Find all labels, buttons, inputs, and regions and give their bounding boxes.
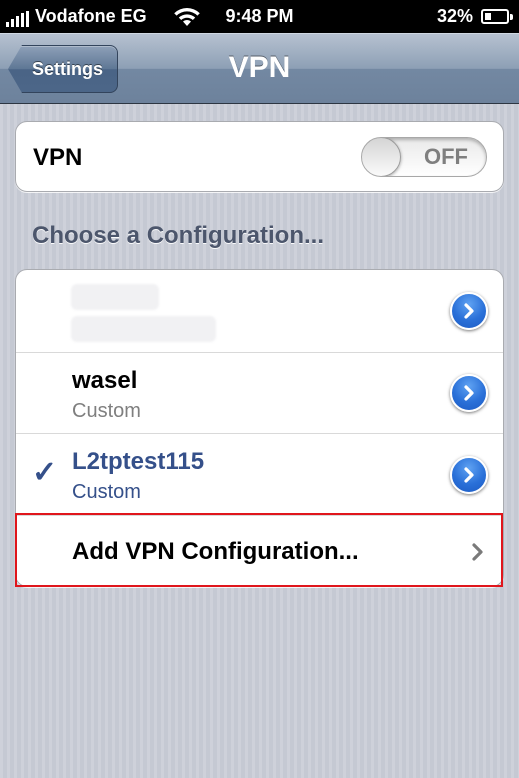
add-vpn-configuration-button[interactable]: Add VPN Configuration...: [16, 515, 503, 586]
configuration-list: wasel Custom ✓ L2tptest115 Custom Add VP…: [15, 269, 504, 587]
detail-disclosure-icon[interactable]: [450, 292, 488, 330]
status-right: 32%: [436, 5, 513, 27]
vpn-toggle-group: VPN OFF: [15, 121, 504, 192]
section-header: Choose a Configuration...: [32, 222, 324, 249]
config-type: Custom: [72, 400, 141, 422]
battery-icon: [481, 8, 513, 24]
config-title: wasel: [72, 367, 138, 394]
chevron-right-icon: [472, 543, 483, 561]
battery-fill: [485, 12, 491, 20]
list-item-redacted[interactable]: [16, 270, 503, 352]
add-vpn-configuration-label: Add VPN Configuration...: [72, 538, 359, 565]
vpn-label: VPN: [33, 144, 83, 171]
vpn-toggle-switch[interactable]: OFF: [361, 137, 487, 177]
detail-disclosure-icon[interactable]: [450, 456, 488, 494]
navigation-bar: VPN Settings: [0, 33, 519, 104]
list-item-l2tptest115[interactable]: ✓ L2tptest115 Custom: [16, 433, 503, 515]
list-item-wasel[interactable]: wasel Custom: [16, 352, 503, 433]
back-button-settings[interactable]: Settings: [8, 45, 118, 93]
toggle-state-label: OFF: [424, 144, 468, 169]
detail-disclosure-icon[interactable]: [450, 374, 488, 412]
back-button-label: Settings: [31, 58, 103, 79]
redacted-subtitle: [71, 316, 216, 342]
toggle-knob[interactable]: [362, 138, 401, 176]
config-type: Custom: [72, 481, 141, 503]
config-title: L2tptest115: [72, 448, 205, 475]
checkmark-icon: ✓: [32, 456, 58, 489]
redacted-title: [71, 284, 159, 310]
battery-nub: [510, 13, 513, 20]
battery-percentage: 32%: [436, 6, 473, 26]
status-bar: Vodafone EG 9:48 PM 32%: [0, 0, 519, 33]
